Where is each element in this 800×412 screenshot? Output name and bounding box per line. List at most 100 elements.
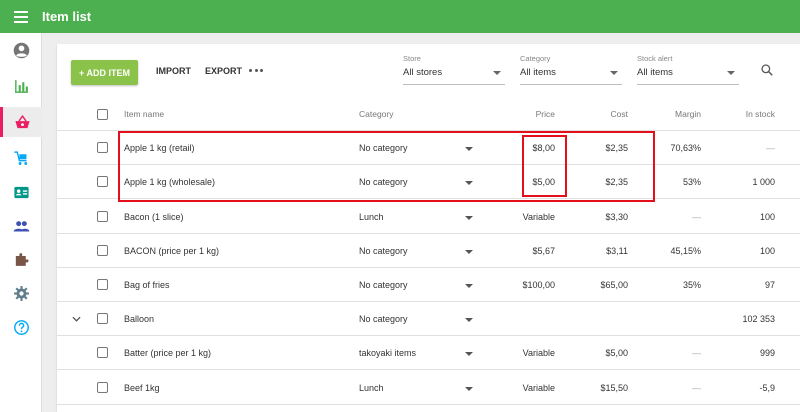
hamburger-menu-icon[interactable]: [0, 0, 42, 33]
stock-alert-filter-label: Stock alert: [637, 54, 673, 63]
select-all-checkbox[interactable]: [97, 109, 108, 120]
sidebar-item-settings[interactable]: [0, 278, 42, 308]
item-name[interactable]: BACON (price per 1 kg): [124, 246, 219, 256]
column-header-price[interactable]: Price: [495, 109, 555, 119]
gear-icon: [13, 285, 29, 301]
store-filter-value: All stores: [403, 67, 443, 78]
item-in-stock: -5,9: [759, 382, 775, 393]
divider: [57, 301, 800, 302]
divider: [57, 403, 800, 405]
category-filter-value: All items: [520, 67, 556, 78]
item-cost: $3,30: [605, 211, 628, 222]
people-icon: [13, 220, 29, 231]
item-name[interactable]: Balloon: [124, 314, 154, 324]
item-price: Variable: [522, 382, 555, 393]
sidebar-item-employees[interactable]: [0, 211, 42, 241]
item-name[interactable]: Batter (price per 1 kg): [124, 348, 211, 358]
item-cost: $15,50: [600, 382, 628, 393]
item-in-stock: 102 353: [742, 314, 775, 325]
sidebar-item-integrations[interactable]: [0, 244, 42, 274]
store-filter[interactable]: Store All stores: [403, 54, 505, 85]
sidebar-item-customers[interactable]: [0, 177, 42, 207]
help-icon: [13, 319, 29, 335]
item-price: Variable: [522, 348, 555, 359]
item-margin: —: [692, 211, 701, 222]
item-price: $100,00: [522, 279, 555, 290]
caret-down-icon: [610, 71, 618, 75]
item-margin: —: [692, 382, 701, 393]
item-margin: 45,15%: [670, 245, 701, 256]
row-checkbox[interactable]: [97, 142, 108, 154]
item-in-stock: 100: [759, 211, 775, 222]
price-highlight-box: [522, 135, 567, 197]
row-checkbox[interactable]: [97, 210, 108, 222]
puzzle-icon: [15, 252, 29, 266]
item-list-card: + ADD ITEM IMPORT EXPORT Store All store…: [57, 44, 800, 412]
item-cost: $5,00: [605, 348, 628, 359]
item-in-stock: —: [766, 143, 775, 154]
item-name[interactable]: Bacon (1 slice): [124, 212, 184, 222]
item-name[interactable]: Beef 1kg: [124, 383, 160, 393]
column-header-margin[interactable]: Margin: [641, 109, 701, 119]
column-header-name[interactable]: Item name: [124, 109, 164, 119]
category-caret-down-icon[interactable]: [465, 283, 473, 288]
row-checkbox[interactable]: [97, 381, 108, 393]
divider: [57, 369, 800, 371]
item-category: takoyaki items: [359, 348, 417, 359]
page-title: Item list: [42, 9, 92, 24]
more-options-icon[interactable]: [249, 65, 263, 75]
add-item-button[interactable]: + ADD ITEM: [71, 60, 138, 85]
basket-icon: [15, 114, 30, 128]
sidebar-item-reports[interactable]: [0, 71, 42, 101]
item-price: $5,67: [532, 245, 555, 256]
sidebar-item-help[interactable]: [0, 312, 42, 342]
stock-alert-filter[interactable]: Stock alert All items: [637, 54, 739, 85]
bar-chart-icon: [14, 79, 28, 93]
sidebar-item-account[interactable]: [0, 35, 42, 65]
row-checkbox[interactable]: [97, 176, 108, 188]
row-checkbox[interactable]: [97, 244, 108, 256]
item-in-stock: 1 000: [752, 177, 775, 188]
category-caret-down-icon[interactable]: [465, 249, 473, 254]
category-caret-down-icon[interactable]: [465, 215, 473, 220]
item-name[interactable]: Bag of fries: [124, 280, 170, 290]
contact-card-icon: [13, 186, 29, 198]
column-header-category[interactable]: Category: [359, 109, 394, 119]
store-filter-label: Store: [403, 54, 421, 63]
app-bar: Item list: [0, 0, 800, 33]
export-button[interactable]: EXPORT: [205, 66, 242, 76]
row-checkbox[interactable]: [97, 347, 108, 359]
category-caret-down-icon[interactable]: [465, 386, 473, 391]
divider: [57, 335, 800, 337]
column-header-cost[interactable]: Cost: [568, 109, 628, 119]
sidebar: [0, 33, 42, 412]
item-category: No category: [359, 279, 408, 290]
import-button[interactable]: IMPORT: [156, 66, 191, 76]
item-in-stock: 97: [764, 279, 775, 290]
category-filter[interactable]: Category All items: [520, 54, 622, 85]
item-cost: $65,00: [600, 279, 628, 290]
item-margin: 35%: [682, 279, 701, 290]
row-checkbox[interactable]: [97, 278, 108, 290]
divider: [57, 232, 800, 234]
item-category: No category: [359, 245, 408, 256]
category-caret-down-icon[interactable]: [465, 352, 473, 357]
expand-chevron-icon[interactable]: [72, 316, 81, 322]
account-icon: [13, 42, 29, 58]
item-margin: —: [692, 348, 701, 359]
column-header-in-stock[interactable]: In stock: [715, 109, 775, 119]
search-icon[interactable]: [760, 63, 774, 77]
sidebar-item-items[interactable]: [0, 107, 42, 137]
item-category: Lunch: [359, 382, 384, 393]
category-filter-label: Category: [520, 54, 551, 63]
stock-alert-filter-value: All items: [637, 67, 673, 78]
caret-down-icon: [493, 71, 501, 75]
highlight-box: [118, 131, 655, 202]
item-category: Lunch: [359, 211, 384, 222]
row-checkbox[interactable]: [97, 313, 108, 325]
item-cost: $3,11: [606, 245, 628, 256]
caret-down-icon: [727, 71, 735, 75]
category-caret-down-icon[interactable]: [465, 318, 473, 323]
item-in-stock: 100: [759, 245, 775, 256]
sidebar-item-purchases[interactable]: [0, 143, 42, 173]
